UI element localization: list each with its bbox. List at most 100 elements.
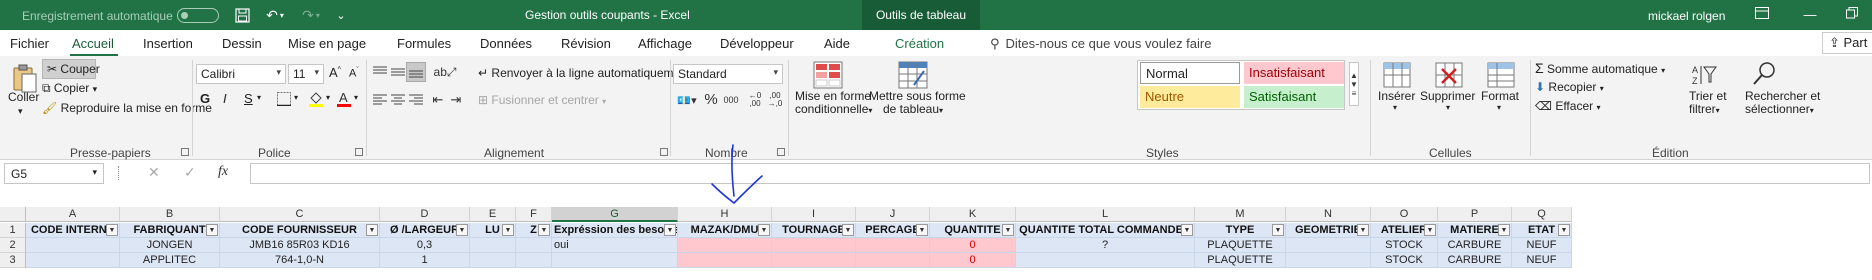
table-cell[interactable]: 1 <box>380 253 470 268</box>
delete-label[interactable]: Supprimer <box>1420 89 1475 103</box>
undo-icon[interactable]: ↶ ▾ <box>262 6 288 24</box>
tab-developpeur[interactable]: Développeur <box>720 36 794 51</box>
table-cell[interactable] <box>772 238 856 253</box>
format-as-table-icon[interactable] <box>893 60 933 90</box>
table-cell[interactable] <box>772 253 856 268</box>
ribbon-display-icon[interactable] <box>1752 5 1772 25</box>
filter-dropdown-icon[interactable]: ▼ <box>538 224 550 236</box>
table-header-cell[interactable]: Ø /LARGEUR ▼ <box>380 223 470 238</box>
table-header-cell[interactable]: Expréssion des besoins ▼ <box>552 223 678 238</box>
table-header-cell[interactable]: ETAT ▼ <box>1512 223 1572 238</box>
table-header-cell[interactable]: MAZAK/DMU ▼ <box>678 223 772 238</box>
number-format-dropdown[interactable]: Standard ▾ <box>673 64 783 84</box>
paste-dropdown-icon[interactable]: ▾ <box>18 106 23 117</box>
grow-font-icon[interactable]: A^ <box>329 65 341 80</box>
filter-dropdown-icon[interactable]: ▼ <box>366 224 378 236</box>
orientation-icon[interactable]: ab⤢ <box>434 64 457 80</box>
table-cell[interactable] <box>1286 253 1371 268</box>
table-cell[interactable]: STOCK <box>1371 253 1438 268</box>
column-header-m[interactable]: M <box>1195 207 1286 222</box>
filter-dropdown-icon[interactable]: ▼ <box>916 224 928 236</box>
table-cell[interactable] <box>678 238 772 253</box>
filter-dropdown-icon[interactable]: ▼ <box>1424 224 1436 236</box>
column-header-o[interactable]: O <box>1371 207 1438 222</box>
table-cell[interactable]: PLAQUETTE <box>1195 253 1286 268</box>
sort-filter-label-2[interactable]: filtrer▾ <box>1689 102 1720 116</box>
customize-qat-icon[interactable]: ⌄ <box>334 6 348 24</box>
enter-icon[interactable]: ✓ <box>184 164 196 181</box>
table-cell[interactable]: NEUF <box>1512 238 1572 253</box>
style-bad[interactable]: Insatisfaisant <box>1244 62 1344 84</box>
tab-affichage[interactable]: Affichage <box>638 36 692 51</box>
shrink-font-icon[interactable]: Aˇ <box>349 67 359 80</box>
increase-indent-icon[interactable]: ⇥ <box>448 92 464 108</box>
row-header-1[interactable]: 1 <box>0 223 26 238</box>
insert-function-button[interactable]: fx <box>218 164 228 180</box>
table-header-cell[interactable]: LU ▼ <box>470 223 516 238</box>
table-cell[interactable] <box>26 253 120 268</box>
borders-dropdown-icon[interactable]: ▾ <box>294 93 298 102</box>
format-cells-icon[interactable] <box>1484 60 1518 90</box>
table-cell[interactable]: CARBURE <box>1438 238 1512 253</box>
formula-input[interactable] <box>250 163 1870 184</box>
table-cell[interactable] <box>1286 238 1371 253</box>
table-cell[interactable]: APPLITEC <box>120 253 220 268</box>
align-center-icon[interactable] <box>390 92 406 108</box>
tab-aide[interactable]: Aide <box>824 36 850 51</box>
filter-dropdown-icon[interactable]: ▼ <box>1181 224 1193 236</box>
percent-icon[interactable]: % <box>702 90 720 108</box>
table-cell[interactable]: STOCK <box>1371 238 1438 253</box>
find-select-label-1[interactable]: Rechercher et <box>1745 89 1820 103</box>
column-header-l[interactable]: L <box>1016 207 1195 222</box>
filter-dropdown-icon[interactable]: ▼ <box>664 224 676 236</box>
table-cell[interactable] <box>552 253 678 268</box>
filter-dropdown-icon[interactable]: ▼ <box>502 224 514 236</box>
column-header-n[interactable]: N <box>1286 207 1371 222</box>
table-cell[interactable]: ? <box>1016 238 1195 253</box>
number-launcher-icon[interactable] <box>777 148 785 156</box>
table-cell[interactable] <box>678 253 772 268</box>
table-header-cell[interactable]: TYPE ▼ <box>1195 223 1286 238</box>
tab-accueil[interactable]: Accueil <box>72 36 114 51</box>
select-all-corner[interactable] <box>0 207 26 222</box>
table-cell[interactable] <box>856 253 930 268</box>
style-normal[interactable]: Normal <box>1140 62 1240 84</box>
decrease-decimal-icon[interactable]: ,00 →,0 <box>766 91 784 109</box>
filter-dropdown-icon[interactable]: ▼ <box>1272 224 1284 236</box>
filter-dropdown-icon[interactable]: ▼ <box>842 224 854 236</box>
insert-cells-icon[interactable] <box>1380 60 1414 90</box>
column-header-p[interactable]: P <box>1438 207 1512 222</box>
conditional-format-icon[interactable] <box>808 60 848 90</box>
table-header-cell[interactable]: FABRIQUANT ▼ <box>120 223 220 238</box>
filter-dropdown-icon[interactable]: ▼ <box>1558 224 1570 236</box>
cancel-icon[interactable]: ✕ <box>148 164 160 181</box>
table-header-cell[interactable]: ATELIER ▼ <box>1371 223 1438 238</box>
align-top-icon[interactable] <box>372 64 388 80</box>
styles-scroll-icon[interactable]: ▲ ▼ ≡ <box>1349 62 1359 106</box>
table-header-cell[interactable]: CODE INTERNE ▼ <box>26 223 120 238</box>
table-cell[interactable]: oui <box>552 238 678 253</box>
font-name-dropdown[interactable]: Calibri ▾ <box>196 64 286 84</box>
filter-dropdown-icon[interactable]: ▼ <box>758 224 770 236</box>
chevron-down-icon[interactable]: ▾ <box>1393 103 1397 112</box>
sort-filter-icon[interactable]: AZ <box>1690 60 1718 90</box>
column-header-d[interactable]: D <box>380 207 470 222</box>
italic-button[interactable]: I <box>223 91 227 106</box>
tab-insertion[interactable]: Insertion <box>143 36 193 51</box>
font-color-icon[interactable]: A <box>336 89 352 108</box>
fill-color-dropdown-icon[interactable]: ▾ <box>326 93 330 102</box>
conditional-format-label-1[interactable]: Mise en forme <box>795 89 871 103</box>
tab-formules[interactable]: Formules <box>397 36 451 51</box>
autosave-toggle[interactable] <box>177 8 219 23</box>
tab-mise-en-page[interactable]: Mise en page <box>288 36 366 51</box>
tab-creation[interactable]: Création <box>895 36 944 51</box>
table-cell[interactable] <box>1016 253 1195 268</box>
table-cell[interactable]: NEUF <box>1512 253 1572 268</box>
chevron-down-icon[interactable]: ▾ <box>1446 103 1450 112</box>
align-middle-icon[interactable] <box>390 64 406 80</box>
table-cell[interactable] <box>856 238 930 253</box>
underline-button[interactable]: S <box>244 91 253 106</box>
font-size-dropdown[interactable]: 11 ▾ <box>288 64 324 84</box>
table-cell[interactable]: 764-1,0-N <box>220 253 380 268</box>
alignment-launcher-icon[interactable] <box>660 148 668 156</box>
